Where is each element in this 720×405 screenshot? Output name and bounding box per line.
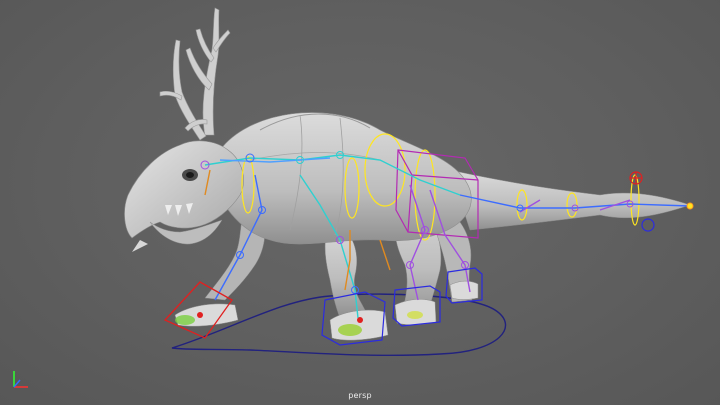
xyz-axis-icon [13, 371, 28, 388]
3d-viewport[interactable]: persp [0, 0, 720, 405]
creature-antlers [159, 7, 231, 141]
camera-name-label: persp [348, 391, 372, 400]
creature-skull-head [124, 140, 244, 252]
scene-canvas[interactable] [0, 0, 720, 405]
